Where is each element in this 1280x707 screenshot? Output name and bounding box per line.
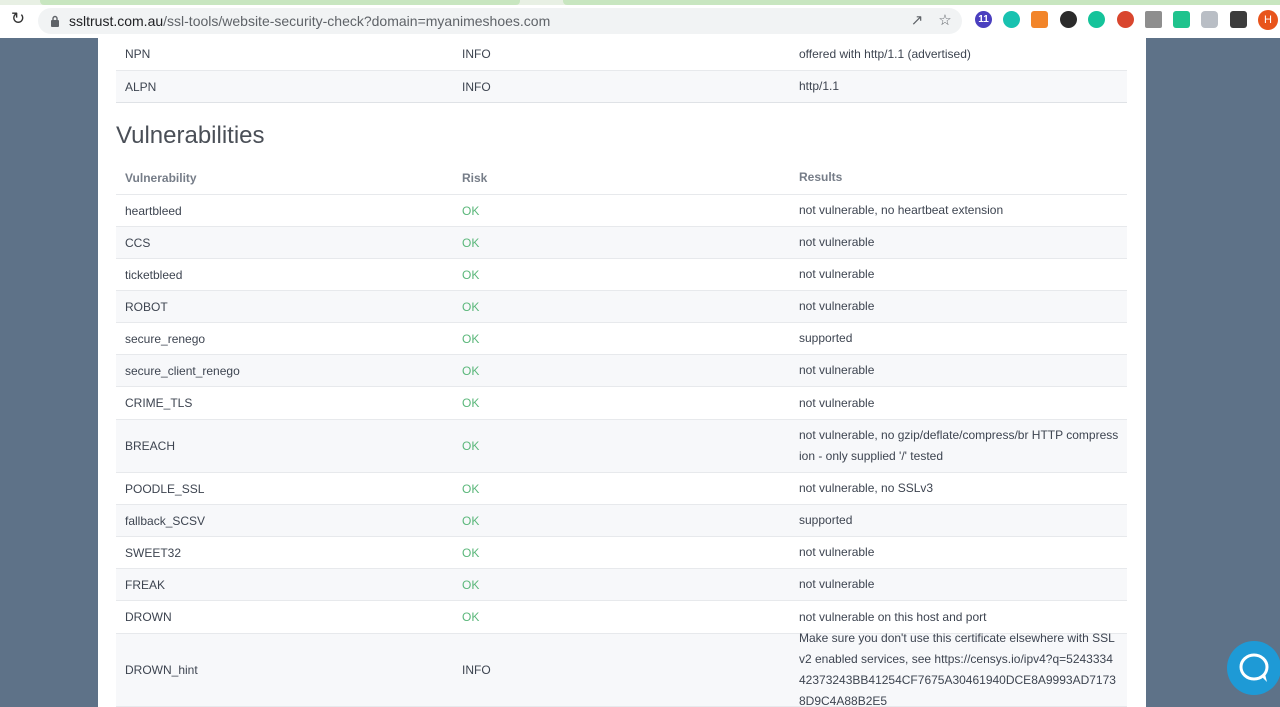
- vuln-result: not vulnerable: [799, 545, 875, 559]
- vuln-result: not vulnerable: [799, 363, 875, 377]
- vuln-result: not vulnerable: [799, 577, 875, 591]
- table-row: POODLE_SSL OK not vulnerable, no SSLv3: [116, 473, 1127, 505]
- table-row: SWEET32 OK not vulnerable: [116, 537, 1127, 569]
- extension-s-icon[interactable]: [1117, 11, 1134, 28]
- protocol-row-npn: NPN INFO offered with http/1.1 (advertis…: [116, 38, 1127, 71]
- vuln-name: secure_renego: [125, 331, 206, 346]
- vuln-result: Make sure you don't use this certificate…: [799, 631, 1116, 707]
- vuln-risk: OK: [462, 363, 480, 378]
- puzzle-icon[interactable]: [1230, 11, 1247, 28]
- vuln-name: CRIME_TLS: [125, 396, 193, 410]
- tab-active[interactable]: [40, 0, 520, 5]
- url-path: /ssl-tools/website-security-check?domain…: [163, 13, 551, 29]
- table-row: CCS OK not vulnerable: [116, 227, 1127, 259]
- bookmark-star-icon[interactable]: ☆: [936, 12, 954, 30]
- vuln-name: secure_client_renego: [125, 363, 240, 378]
- address-bar[interactable]: ssltrust.com.au/ssl-tools/website-securi…: [38, 8, 962, 34]
- protocol-risk: INFO: [462, 47, 491, 61]
- vuln-risk: OK: [462, 610, 480, 624]
- vuln-name: heartbleed: [125, 203, 182, 218]
- url-text[interactable]: ssltrust.com.au/ssl-tools/website-securi…: [69, 13, 550, 29]
- table-row: BREACH OK not vulnerable, no gzip/deflat…: [116, 420, 1127, 473]
- vuln-risk: OK: [462, 299, 480, 314]
- header-results: Results: [799, 170, 843, 184]
- vuln-name: DROWN: [125, 610, 172, 624]
- vuln-name: POODLE_SSL: [125, 481, 205, 496]
- chat-launcher-button[interactable]: [1227, 641, 1280, 695]
- header-vulnerability: Vulnerability: [125, 170, 197, 185]
- vuln-result: not vulnerable: [799, 299, 875, 313]
- table-row: FREAK OK not vulnerable: [116, 569, 1127, 601]
- vuln-name: DROWN_hint: [125, 663, 198, 677]
- vuln-risk: OK: [462, 439, 480, 453]
- vuln-name: ROBOT: [125, 299, 168, 314]
- extension-shield-icon[interactable]: [1201, 11, 1218, 28]
- tab-other[interactable]: [563, 0, 1280, 5]
- vuln-risk: OK: [462, 235, 480, 250]
- url-host: ssltrust.com.au: [69, 13, 164, 29]
- table-row: CRIME_TLS OK not vulnerable: [116, 387, 1127, 420]
- lock-icon[interactable]: [50, 15, 60, 27]
- vuln-risk: OK: [462, 267, 480, 282]
- vuln-result: not vulnerable: [799, 267, 875, 281]
- protocol-name: ALPN: [125, 79, 157, 94]
- protocol-result: offered with http/1.1 (advertised): [799, 46, 971, 61]
- vuln-name: CCS: [125, 235, 151, 250]
- vuln-risk: OK: [462, 396, 480, 410]
- vuln-risk: INFO: [462, 663, 491, 677]
- vuln-result: not vulnerable: [799, 395, 875, 410]
- vuln-risk: OK: [462, 331, 480, 346]
- table-row: fallback_SCSV OK supported: [116, 505, 1127, 537]
- vuln-risk: OK: [462, 481, 480, 496]
- page-content: NPN INFO offered with http/1.1 (advertis…: [98, 38, 1146, 707]
- protocol-row-alpn: ALPN INFO http/1.1: [116, 71, 1127, 103]
- protocol-name: NPN: [125, 47, 151, 61]
- protocol-result: http/1.1: [799, 79, 840, 93]
- table-row: ticketbleed OK not vulnerable: [116, 259, 1127, 291]
- extension-g-icon[interactable]: [1088, 11, 1105, 28]
- vuln-result: not vulnerable: [799, 235, 875, 249]
- header-risk: Risk: [462, 170, 488, 185]
- extension-t-icon[interactable]: [1173, 11, 1190, 28]
- share-icon[interactable]: ↗: [908, 12, 926, 30]
- vuln-result: not vulnerable, no heartbeat extension: [799, 203, 1004, 217]
- vuln-result: supported: [799, 331, 853, 345]
- vuln-result: not vulnerable, no gzip/deflate/compress…: [799, 428, 1119, 463]
- extension-grammarly-icon[interactable]: [1003, 11, 1020, 28]
- vuln-risk: OK: [462, 577, 480, 592]
- extension-rss-icon[interactable]: [1031, 11, 1048, 28]
- profile-avatar[interactable]: H: [1258, 10, 1278, 30]
- tab-strip: [0, 0, 1280, 5]
- reload-icon[interactable]: ↻: [9, 10, 27, 28]
- table-header: Vulnerability Risk Results: [116, 161, 1127, 195]
- extension-k-icon[interactable]: [1060, 11, 1077, 28]
- table-row: ROBOT OK not vulnerable: [116, 291, 1127, 323]
- vuln-name: SWEET32: [125, 545, 182, 560]
- browser-toolbar: ↻ ssltrust.com.au/ssl-tools/website-secu…: [0, 0, 1280, 38]
- vuln-name: fallback_SCSV: [125, 513, 206, 528]
- table-row: secure_client_renego OK not vulnerable: [116, 355, 1127, 387]
- extension-badge: 11: [978, 14, 989, 25]
- vuln-name: FREAK: [125, 577, 166, 592]
- vuln-risk: OK: [462, 545, 480, 560]
- vuln-name: ticketbleed: [125, 267, 183, 282]
- extension-trash-icon[interactable]: [1145, 11, 1162, 28]
- chat-bubble-icon: [1239, 653, 1269, 682]
- vuln-result: supported: [799, 513, 853, 527]
- table-row: DROWN_hint INFO Make sure you don't use …: [116, 631, 1127, 707]
- vuln-name: BREACH: [125, 439, 176, 453]
- vuln-risk: OK: [462, 513, 480, 528]
- table-row: secure_renego OK supported: [116, 323, 1127, 355]
- extension-home-icon[interactable]: 11: [975, 11, 992, 28]
- protocol-risk: INFO: [462, 79, 491, 94]
- vuln-risk: OK: [462, 203, 480, 218]
- vulnerabilities-heading: Vulnerabilities: [116, 122, 265, 149]
- vuln-result: not vulnerable, no SSLv3: [799, 481, 934, 495]
- table-row: heartbleed OK not vulnerable, no heartbe…: [116, 195, 1127, 227]
